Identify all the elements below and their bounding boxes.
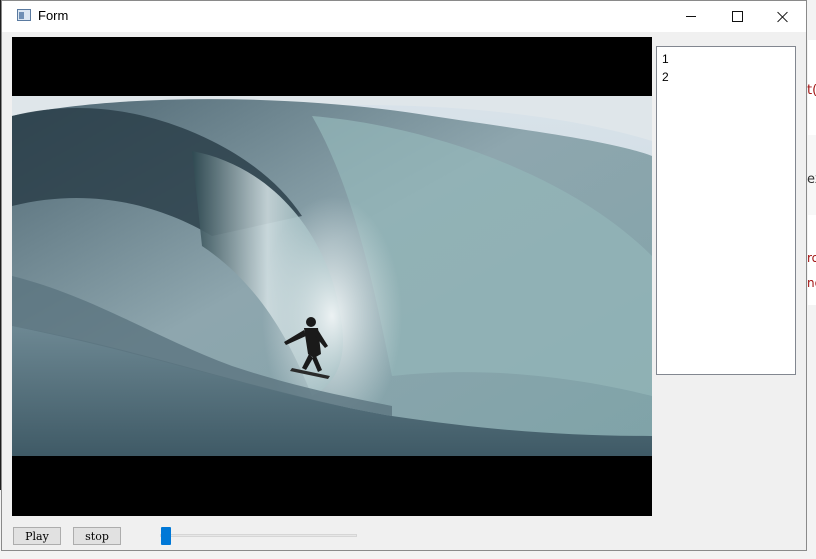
minimize-icon	[686, 16, 696, 17]
playlist-list[interactable]: 1 2	[656, 46, 796, 375]
background-text-right-3: ro	[807, 251, 816, 265]
list-item[interactable]: 2	[662, 70, 669, 84]
stop-button[interactable]: stop	[73, 527, 121, 545]
window-title: Form	[38, 8, 69, 23]
list-item[interactable]: 1	[662, 52, 669, 66]
video-frame	[12, 96, 652, 456]
minimize-button[interactable]	[668, 1, 714, 32]
maximize-icon	[731, 11, 743, 22]
close-button[interactable]	[760, 1, 806, 32]
seek-slider-handle[interactable]	[161, 527, 171, 545]
background-text-right-4: no	[807, 276, 816, 290]
close-icon	[777, 11, 789, 23]
background-text-right-2: ex	[807, 172, 816, 187]
background-text-right-1: t(	[807, 83, 816, 98]
maximize-button[interactable]	[714, 1, 760, 32]
video-player[interactable]	[12, 37, 652, 516]
seek-slider-track[interactable]	[160, 534, 357, 537]
title-bar[interactable]: Form	[2, 1, 806, 32]
play-button[interactable]: Play	[13, 527, 61, 545]
app-window-icon	[17, 9, 31, 21]
